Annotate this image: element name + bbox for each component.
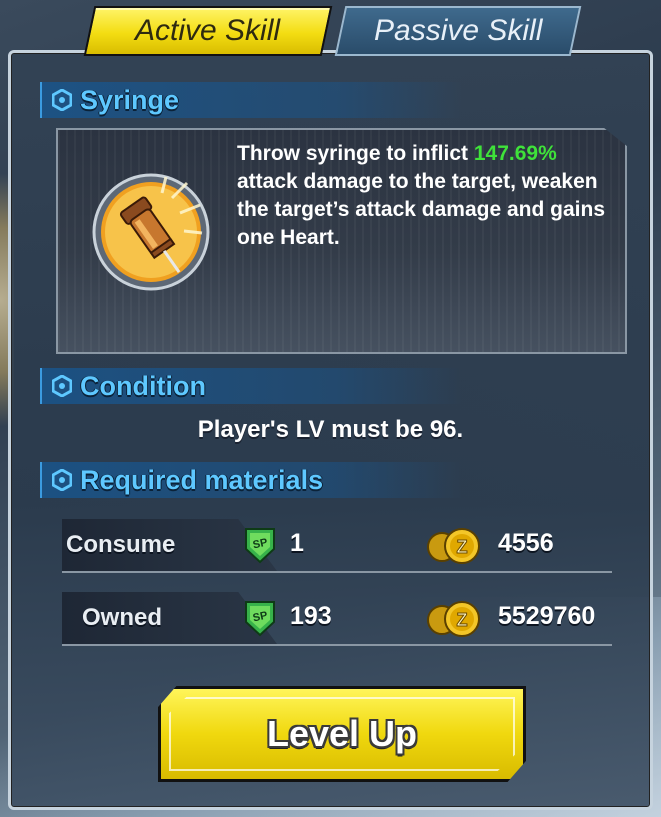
materials-row-owned: Owned SP 193 Z 5529760	[62, 592, 612, 646]
row-label: Owned	[82, 604, 163, 631]
sp-badge-icon: SP	[245, 601, 275, 637]
condition-header: Condition	[40, 368, 462, 404]
zeni-coin-icon: Z	[427, 601, 480, 637]
zeni-consume-value: 4556	[498, 529, 554, 557]
level-up-button[interactable]: Level Up	[158, 686, 526, 782]
skill-description: Throw syringe to inflict 147.69% attack …	[237, 140, 617, 252]
tab-passive-skill[interactable]: Passive Skill	[334, 6, 582, 56]
zeni-owned-value: 5529760	[498, 602, 596, 630]
tab-active-skill-label: Active Skill	[135, 14, 281, 47]
zeni-coin-icon: Z	[427, 528, 480, 564]
materials-row-consume: Consume SP 1 Z 4556	[62, 519, 612, 573]
tab-passive-skill-label: Passive Skill	[373, 14, 543, 47]
tab-active-skill[interactable]: Active Skill	[83, 6, 333, 56]
skill-name-header: Syringe	[40, 82, 462, 118]
hex-bullet-icon	[52, 375, 72, 397]
hex-bullet-icon	[52, 89, 72, 111]
sp-consume-value: 1	[290, 529, 304, 557]
condition-title: Condition	[80, 370, 206, 401]
syringe-icon	[92, 173, 210, 291]
sp-badge-icon: SP	[245, 528, 275, 564]
materials-title: Required materials	[80, 464, 324, 495]
skill-description-part1: Throw syringe to inflict	[237, 142, 474, 165]
condition-requirement: Player's LV must be 96.	[197, 416, 464, 443]
hex-bullet-icon	[52, 469, 72, 491]
skill-damage-percent: 147.69%	[473, 142, 557, 165]
skill-description-part2: attack damage to the target, weaken the …	[237, 170, 606, 249]
level-up-label: Level Up	[266, 713, 418, 754]
skill-name: Syringe	[80, 84, 180, 115]
svg-text:Z: Z	[457, 537, 468, 557]
svg-text:Z: Z	[457, 610, 468, 630]
materials-header: Required materials	[40, 462, 462, 498]
row-label: Consume	[66, 531, 176, 558]
sp-owned-value: 193	[290, 602, 332, 630]
